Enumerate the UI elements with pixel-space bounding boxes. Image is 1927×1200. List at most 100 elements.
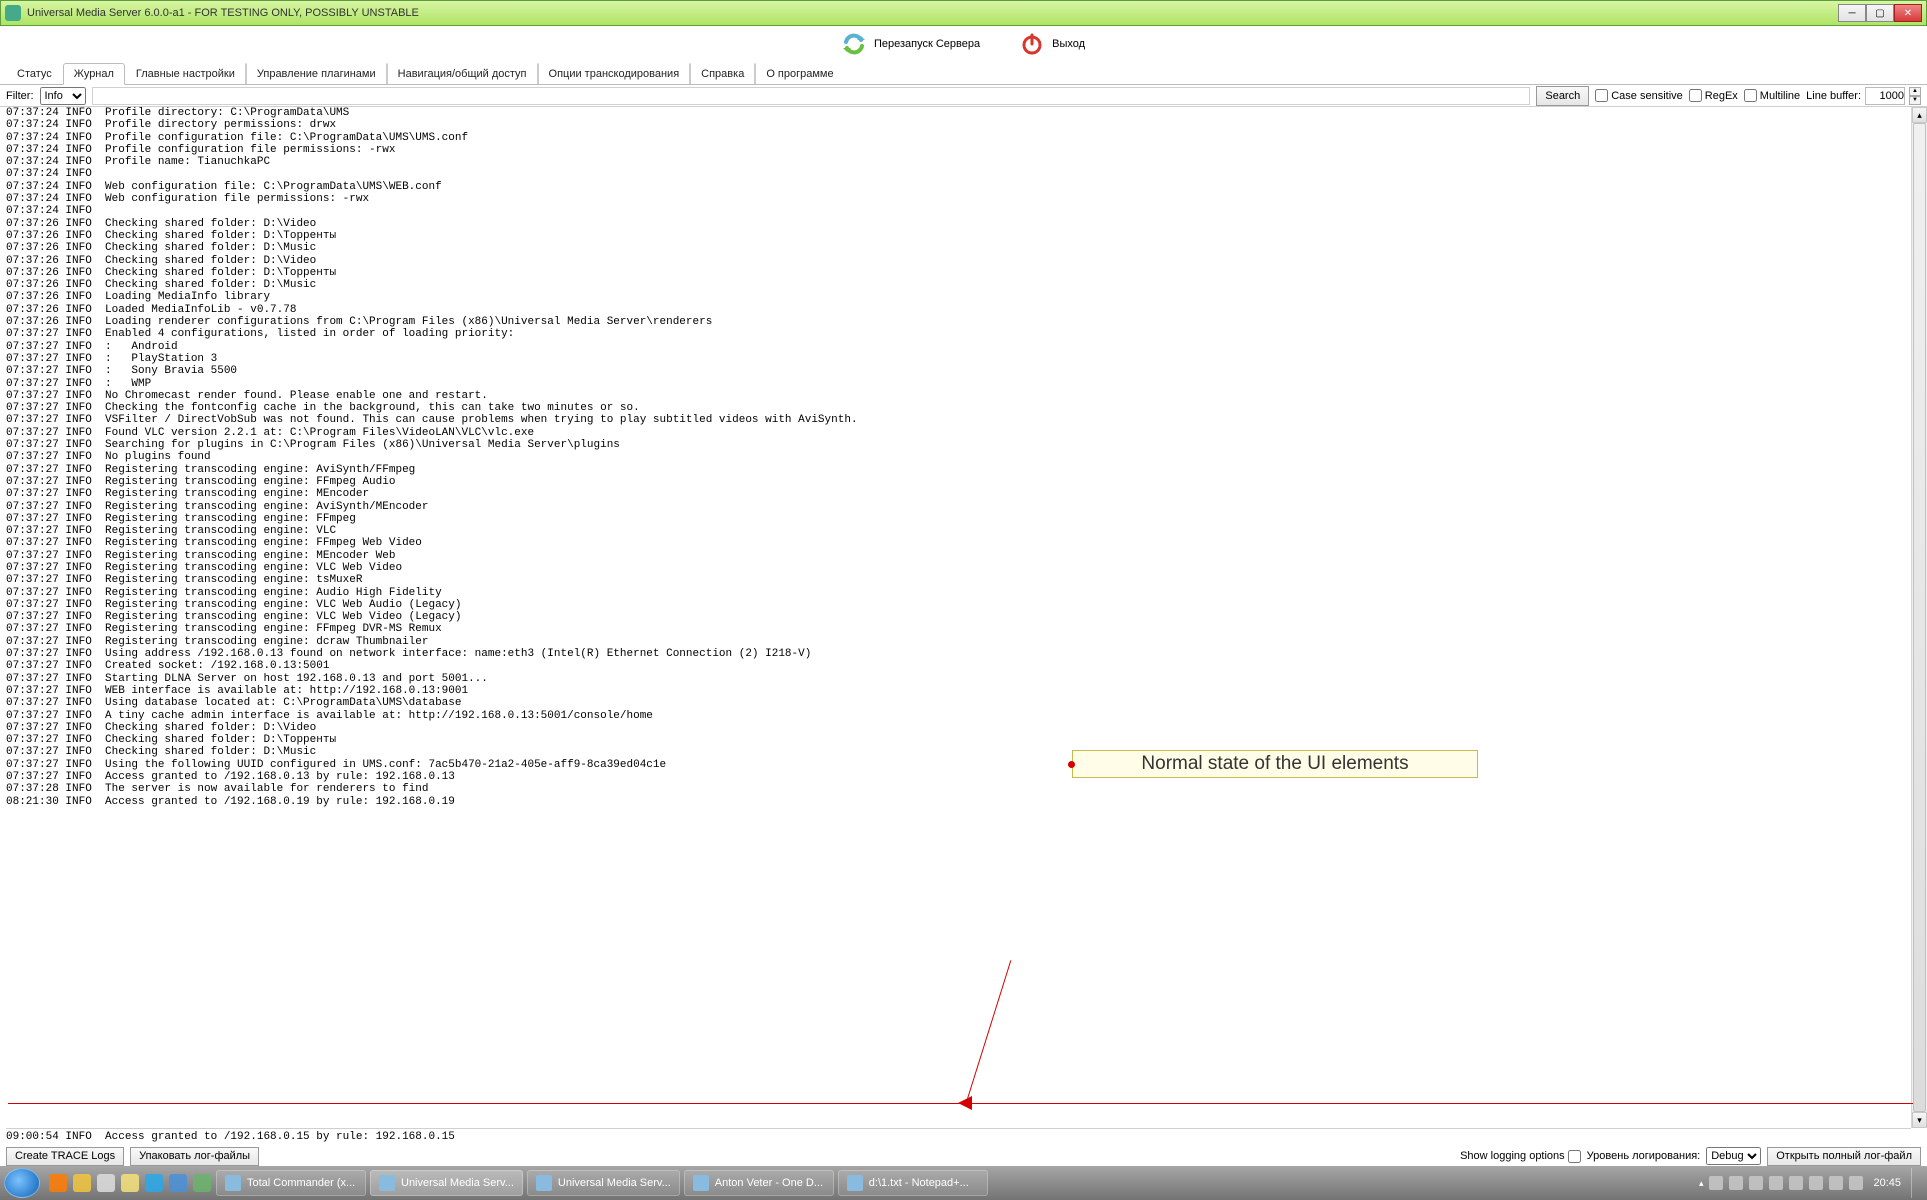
- quicklaunch-icon[interactable]: [145, 1174, 163, 1192]
- taskbar-item[interactable]: d:\1.txt - Notepad+...: [838, 1170, 988, 1196]
- case-sensitive-checkbox[interactable]: [1595, 89, 1608, 102]
- tab-главные-настройки[interactable]: Главные настройки: [125, 63, 246, 84]
- start-button[interactable]: [4, 1168, 40, 1198]
- show-desktop-button[interactable]: [1911, 1168, 1921, 1198]
- taskbar-item-icon: [847, 1175, 863, 1191]
- log-line: 07:37:26 INFO Checking shared folder: D:…: [6, 255, 1911, 267]
- search-input[interactable]: [92, 87, 1531, 105]
- log-line: 07:37:27 INFO Registering transcoding en…: [6, 587, 1911, 599]
- vertical-scrollbar[interactable]: ▴ ▾: [1911, 107, 1927, 1128]
- log-line: 07:37:26 INFO Checking shared folder: D:…: [6, 279, 1911, 291]
- line-buffer-up[interactable]: ▲: [1909, 87, 1921, 96]
- minimize-button[interactable]: ─: [1838, 4, 1866, 22]
- close-button[interactable]: ✕: [1894, 4, 1922, 22]
- tray-icon[interactable]: [1769, 1176, 1783, 1190]
- log-line: 07:37:27 INFO No Chromecast render found…: [6, 390, 1911, 402]
- tray-icon[interactable]: [1849, 1176, 1863, 1190]
- regex-checkbox[interactable]: [1689, 89, 1702, 102]
- log-line: 07:37:27 INFO Registering transcoding en…: [6, 574, 1911, 586]
- power-icon: [1020, 32, 1044, 56]
- quicklaunch-icon[interactable]: [73, 1174, 91, 1192]
- app-icon: [5, 5, 21, 21]
- filter-level-select[interactable]: Info: [40, 87, 86, 105]
- tab-журнал[interactable]: Журнал: [63, 63, 125, 85]
- tray-icon[interactable]: [1829, 1176, 1843, 1190]
- quicklaunch-icon[interactable]: [121, 1174, 139, 1192]
- multiline-label: Multiline: [1760, 90, 1800, 102]
- log-line: 07:37:27 INFO Checking shared folder: D:…: [6, 746, 1911, 758]
- tab-навигация-общий-доступ[interactable]: Навигация/общий доступ: [387, 63, 538, 84]
- window-title: Universal Media Server 6.0.0-a1 - FOR TE…: [27, 7, 1838, 19]
- taskbar-item[interactable]: Universal Media Serv...: [370, 1170, 523, 1196]
- tab-управление-плагинами[interactable]: Управление плагинами: [246, 63, 387, 84]
- restart-icon: [842, 32, 866, 56]
- log-line: 07:37:27 INFO Registering transcoding en…: [6, 611, 1911, 623]
- log-line: 07:37:24 INFO Profile directory: C:\Prog…: [6, 107, 1911, 119]
- line-buffer-label: Line buffer:: [1806, 90, 1861, 102]
- tab-bar: СтатусЖурналГлавные настройкиУправление …: [0, 61, 1927, 85]
- log-line: 07:37:27 INFO Created socket: /192.168.0…: [6, 660, 1911, 672]
- taskbar-clock[interactable]: 20:45: [1873, 1177, 1901, 1189]
- pack-logs-button[interactable]: Упаковать лог-файлы: [130, 1147, 259, 1166]
- scroll-thumb[interactable]: [1913, 123, 1926, 1112]
- line-buffer-down[interactable]: ▼: [1909, 96, 1921, 105]
- taskbar-item[interactable]: Total Commander (x...: [216, 1170, 366, 1196]
- taskbar-item-label: Total Commander (x...: [247, 1177, 355, 1189]
- tab-о-программе[interactable]: О программе: [755, 63, 844, 84]
- tab-опции-транскодирования[interactable]: Опции транскодирования: [538, 63, 691, 84]
- taskbar-item-icon: [379, 1175, 395, 1191]
- log-line: 07:37:26 INFO Checking shared folder: D:…: [6, 218, 1911, 230]
- multiline-checkbox[interactable]: [1744, 89, 1757, 102]
- quicklaunch-icon[interactable]: [169, 1174, 187, 1192]
- open-full-log-button[interactable]: Открыть полный лог-файл: [1767, 1147, 1921, 1166]
- log-line: 07:37:27 INFO : WMP: [6, 378, 1911, 390]
- log-line: 07:37:27 INFO Registering transcoding en…: [6, 476, 1911, 488]
- tray-icon[interactable]: [1789, 1176, 1803, 1190]
- tab-справка[interactable]: Справка: [690, 63, 755, 84]
- log-area: 07:37:24 INFO Profile directory: C:\Prog…: [0, 107, 1927, 1146]
- maximize-button[interactable]: ▢: [1866, 4, 1894, 22]
- log-line: 07:37:27 INFO Found VLC version 2.2.1 at…: [6, 427, 1911, 439]
- search-button[interactable]: Search: [1536, 86, 1589, 106]
- taskbar-item-icon: [536, 1175, 552, 1191]
- log-line: 07:37:27 INFO Searching for plugins in C…: [6, 439, 1911, 451]
- log-text[interactable]: 07:37:24 INFO Profile directory: C:\Prog…: [6, 107, 1911, 1128]
- log-level-select[interactable]: Debug: [1706, 1147, 1761, 1165]
- log-line: 07:37:27 INFO WEB interface is available…: [6, 685, 1911, 697]
- log-line: 07:37:27 INFO : Sony Bravia 5500: [6, 365, 1911, 377]
- quicklaunch-icon[interactable]: [97, 1174, 115, 1192]
- tray-icon[interactable]: [1749, 1176, 1763, 1190]
- tray-icon[interactable]: [1729, 1176, 1743, 1190]
- log-line: 07:37:27 INFO Checking shared folder: D:…: [6, 734, 1911, 746]
- taskbar-item[interactable]: Anton Veter - One D...: [684, 1170, 834, 1196]
- show-logging-options-checkbox[interactable]: [1568, 1150, 1581, 1163]
- log-line: 07:37:27 INFO Checking the fontconfig ca…: [6, 402, 1911, 414]
- exit-button[interactable]: Выход: [1020, 32, 1085, 56]
- log-line: 07:37:27 INFO Using database located at:…: [6, 697, 1911, 709]
- log-line: 08:21:30 INFO Access granted to /192.168…: [6, 796, 1911, 808]
- annotation-start-dot: [1068, 761, 1075, 768]
- log-line: 07:37:26 INFO Checking shared folder: D:…: [6, 242, 1911, 254]
- scroll-down-arrow[interactable]: ▾: [1912, 1112, 1927, 1128]
- tray-icon[interactable]: [1809, 1176, 1823, 1190]
- tab-статус[interactable]: Статус: [6, 63, 63, 84]
- scroll-up-arrow[interactable]: ▴: [1912, 107, 1927, 123]
- log-line: 07:37:27 INFO No plugins found: [6, 451, 1911, 463]
- log-line: 07:37:26 INFO Checking shared folder: D:…: [6, 230, 1911, 242]
- log-line: 07:37:28 INFO The server is now availabl…: [6, 783, 1911, 795]
- log-line: 07:37:24 INFO Profile configuration file…: [6, 144, 1911, 156]
- log-line: 07:37:26 INFO Loaded MediaInfoLib - v0.7…: [6, 304, 1911, 316]
- taskbar-item[interactable]: Universal Media Serv...: [527, 1170, 680, 1196]
- tray-expand-icon[interactable]: ▴: [1699, 1178, 1704, 1189]
- taskbar-item-label: Anton Veter - One D...: [715, 1177, 823, 1189]
- restart-server-button[interactable]: Перезапуск Сервера: [842, 32, 980, 56]
- log-line: 07:37:27 INFO Registering transcoding en…: [6, 501, 1911, 513]
- line-buffer-input[interactable]: [1865, 87, 1905, 105]
- main-toolbar: Перезапуск Сервера Выход: [0, 26, 1927, 61]
- create-trace-button[interactable]: Create TRACE Logs: [6, 1147, 124, 1166]
- quicklaunch-icon[interactable]: [193, 1174, 211, 1192]
- quicklaunch-icon[interactable]: [49, 1174, 67, 1192]
- log-line: 07:37:27 INFO : Android: [6, 341, 1911, 353]
- tray-icon[interactable]: [1709, 1176, 1723, 1190]
- system-tray: ▴ 20:45: [1699, 1168, 1927, 1198]
